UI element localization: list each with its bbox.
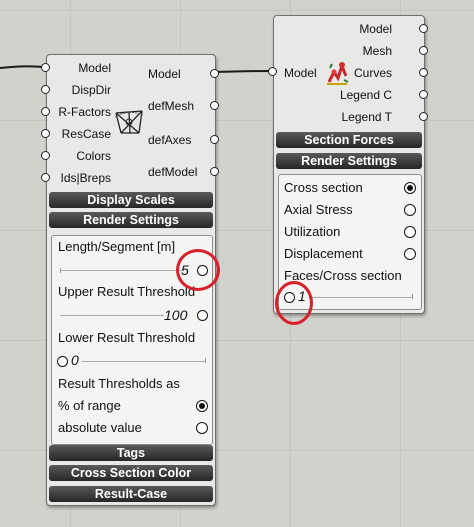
upper-threshold-label: Upper Result Threshold xyxy=(58,284,196,299)
output-port-defmodel[interactable] xyxy=(210,167,219,176)
output-label-legend-t: Legend T xyxy=(341,110,393,124)
cross-section-color-bar[interactable]: Cross Section Color xyxy=(49,465,213,481)
lower-threshold-slider[interactable] xyxy=(82,361,206,362)
output-port-curves[interactable] xyxy=(419,68,428,77)
result-case-bar[interactable]: Result-Case xyxy=(49,486,213,502)
faces-cross-section-label: Faces/Cross section xyxy=(284,268,402,283)
output-port-mesh[interactable] xyxy=(419,46,428,55)
option-axial-stress-label: Axial Stress xyxy=(284,202,353,217)
lower-threshold-label: Lower Result Threshold xyxy=(58,330,196,345)
connection-wire xyxy=(213,70,272,73)
section-forces-bar[interactable]: Section Forces xyxy=(276,132,422,148)
upper-threshold-knob[interactable] xyxy=(197,310,208,321)
option-displacement-label: Displacement xyxy=(284,246,363,261)
deformation-icon xyxy=(114,110,144,134)
input-label-colors: Colors xyxy=(76,149,111,163)
input-label-rescase: ResCase xyxy=(61,127,111,141)
option-utilization-radio[interactable] xyxy=(404,226,416,238)
annotation-circle xyxy=(275,281,313,325)
tags-bar[interactable]: Tags xyxy=(49,445,213,461)
option-percent-of-range-label: % of range xyxy=(58,398,121,413)
render-settings-bar[interactable]: Render Settings xyxy=(49,212,213,228)
lower-threshold-knob[interactable] xyxy=(57,356,68,367)
output-port-legend-t[interactable] xyxy=(419,112,428,121)
output-label-curves: Curves xyxy=(353,66,392,80)
output-port-defaxes[interactable] xyxy=(210,135,219,144)
input-wire xyxy=(0,65,45,69)
thresholds-as-label: Result Thresholds as xyxy=(58,376,180,391)
slider-tick xyxy=(412,294,413,299)
input-port-dispdir[interactable] xyxy=(41,85,50,94)
input-port-rfactors[interactable] xyxy=(41,107,50,116)
output-label-model: Model xyxy=(359,22,392,36)
output-label-defmodel: defModel xyxy=(148,165,198,179)
length-segment-slider[interactable] xyxy=(60,270,184,271)
display-scales-bar[interactable]: Display Scales xyxy=(49,192,213,208)
input-label-dispdir: DispDir xyxy=(71,83,111,97)
output-port-model[interactable] xyxy=(210,69,219,78)
output-label-defaxes: defAxes xyxy=(148,133,192,147)
option-cross-section-label: Cross section xyxy=(284,180,363,195)
slider-tick xyxy=(205,358,206,363)
render-settings-bar[interactable]: Render Settings xyxy=(276,153,422,169)
slider-tick xyxy=(60,268,61,273)
beam-view-component[interactable]: Model Model Mesh Curves Legend C Legend … xyxy=(273,15,425,314)
output-port-model[interactable] xyxy=(419,24,428,33)
input-label-idsbreps: Ids|Breps xyxy=(60,171,111,185)
input-port-idsbreps[interactable] xyxy=(41,173,50,182)
input-label-rfactors: R-Factors xyxy=(58,105,111,119)
output-port-defmesh[interactable] xyxy=(210,101,219,110)
input-label-model: Model xyxy=(284,66,317,80)
option-utilization-label: Utilization xyxy=(284,224,341,239)
input-port-model[interactable] xyxy=(268,67,277,76)
lower-threshold-value[interactable]: 0 xyxy=(71,352,79,368)
output-label-mesh: Mesh xyxy=(362,44,392,58)
input-port-model[interactable] xyxy=(41,63,50,72)
option-percent-of-range-radio[interactable] xyxy=(196,400,208,412)
option-absolute-value-radio[interactable] xyxy=(196,422,208,434)
input-port-colors[interactable] xyxy=(41,151,50,160)
annotation-circle xyxy=(176,249,220,291)
option-displacement-radio[interactable] xyxy=(404,248,416,260)
output-label-defmesh: defMesh xyxy=(148,99,195,113)
beam-view-icon xyxy=(327,61,349,85)
faces-cross-section-slider[interactable] xyxy=(309,297,413,298)
option-axial-stress-radio[interactable] xyxy=(404,204,416,216)
upper-threshold-slider[interactable] xyxy=(60,315,164,316)
output-label-legend-c: Legend C xyxy=(339,88,392,102)
input-label-model: Model xyxy=(78,61,111,75)
length-segment-label: Length/Segment [m] xyxy=(58,239,176,254)
output-port-legend-c[interactable] xyxy=(419,90,428,99)
option-absolute-value-label: absolute value xyxy=(58,420,142,435)
output-label-model: Model xyxy=(148,67,181,81)
option-cross-section-radio[interactable] xyxy=(404,182,416,194)
upper-threshold-value[interactable]: 100 xyxy=(164,307,187,323)
input-port-rescase[interactable] xyxy=(41,129,50,138)
